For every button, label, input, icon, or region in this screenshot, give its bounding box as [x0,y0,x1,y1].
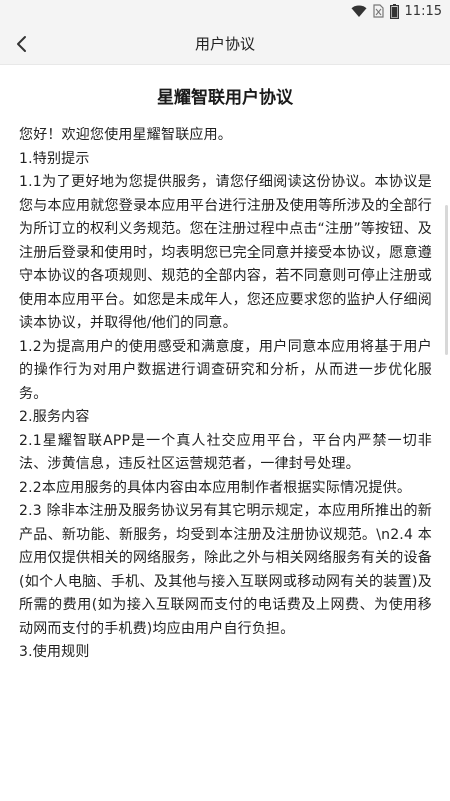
wifi-icon [351,5,367,17]
agreement-content[interactable]: 星耀智联用户协议 您好！欢迎您使用星耀智联应用。 1.特别提示 1.1为了更好地… [0,65,450,801]
status-time: 11:15 [404,3,442,19]
agreement-paragraph: 2.服务内容 [19,409,90,425]
no-sim-icon [372,4,384,18]
agreement-paragraph: 2.2本应用服务的具体内容由本应用制作者根据实际情况提供。 [19,479,412,496]
agreement-paragraph: 3.使用规则 [19,644,90,660]
agreement-paragraph: 2.1星耀智联APP是一个真人社交应用平台，平台内严禁一切非法、涉黄信息，违反社… [19,432,432,473]
agreement-paragraph: 1.1为了更好地为您提供服务，请您仔细阅读这份协议。本协议是您与本应用就您登录本… [19,174,432,331]
document-title: 星耀智联用户协议 [157,88,293,108]
document-body: 您好！欢迎您使用星耀智联应用。 1.特别提示 1.1为了更好地为您提供服务，请您… [0,124,450,665]
agreement-paragraph: 1.2为提高用户的使用感受和满意度，用户同意本应用将基于用户的操作行为对用户数据… [19,338,432,402]
agreement-paragraph: 2.3 除非本注册及服务协议另有其它明示规定，本应用所推出的新产品、新功能、新服… [19,503,432,637]
battery-icon [389,3,399,19]
page-title: 用户协议 [194,35,255,53]
nav-bar: 用户协议 [0,24,450,65]
status-bar: 11:15 [0,0,450,24]
agreement-paragraph: 您好！欢迎您使用星耀智联应用。 [19,127,232,143]
agreement-paragraph: 1.特别提示 [19,150,90,167]
status-icons: 11:15 [351,3,442,19]
scrollbar[interactable] [445,205,448,355]
